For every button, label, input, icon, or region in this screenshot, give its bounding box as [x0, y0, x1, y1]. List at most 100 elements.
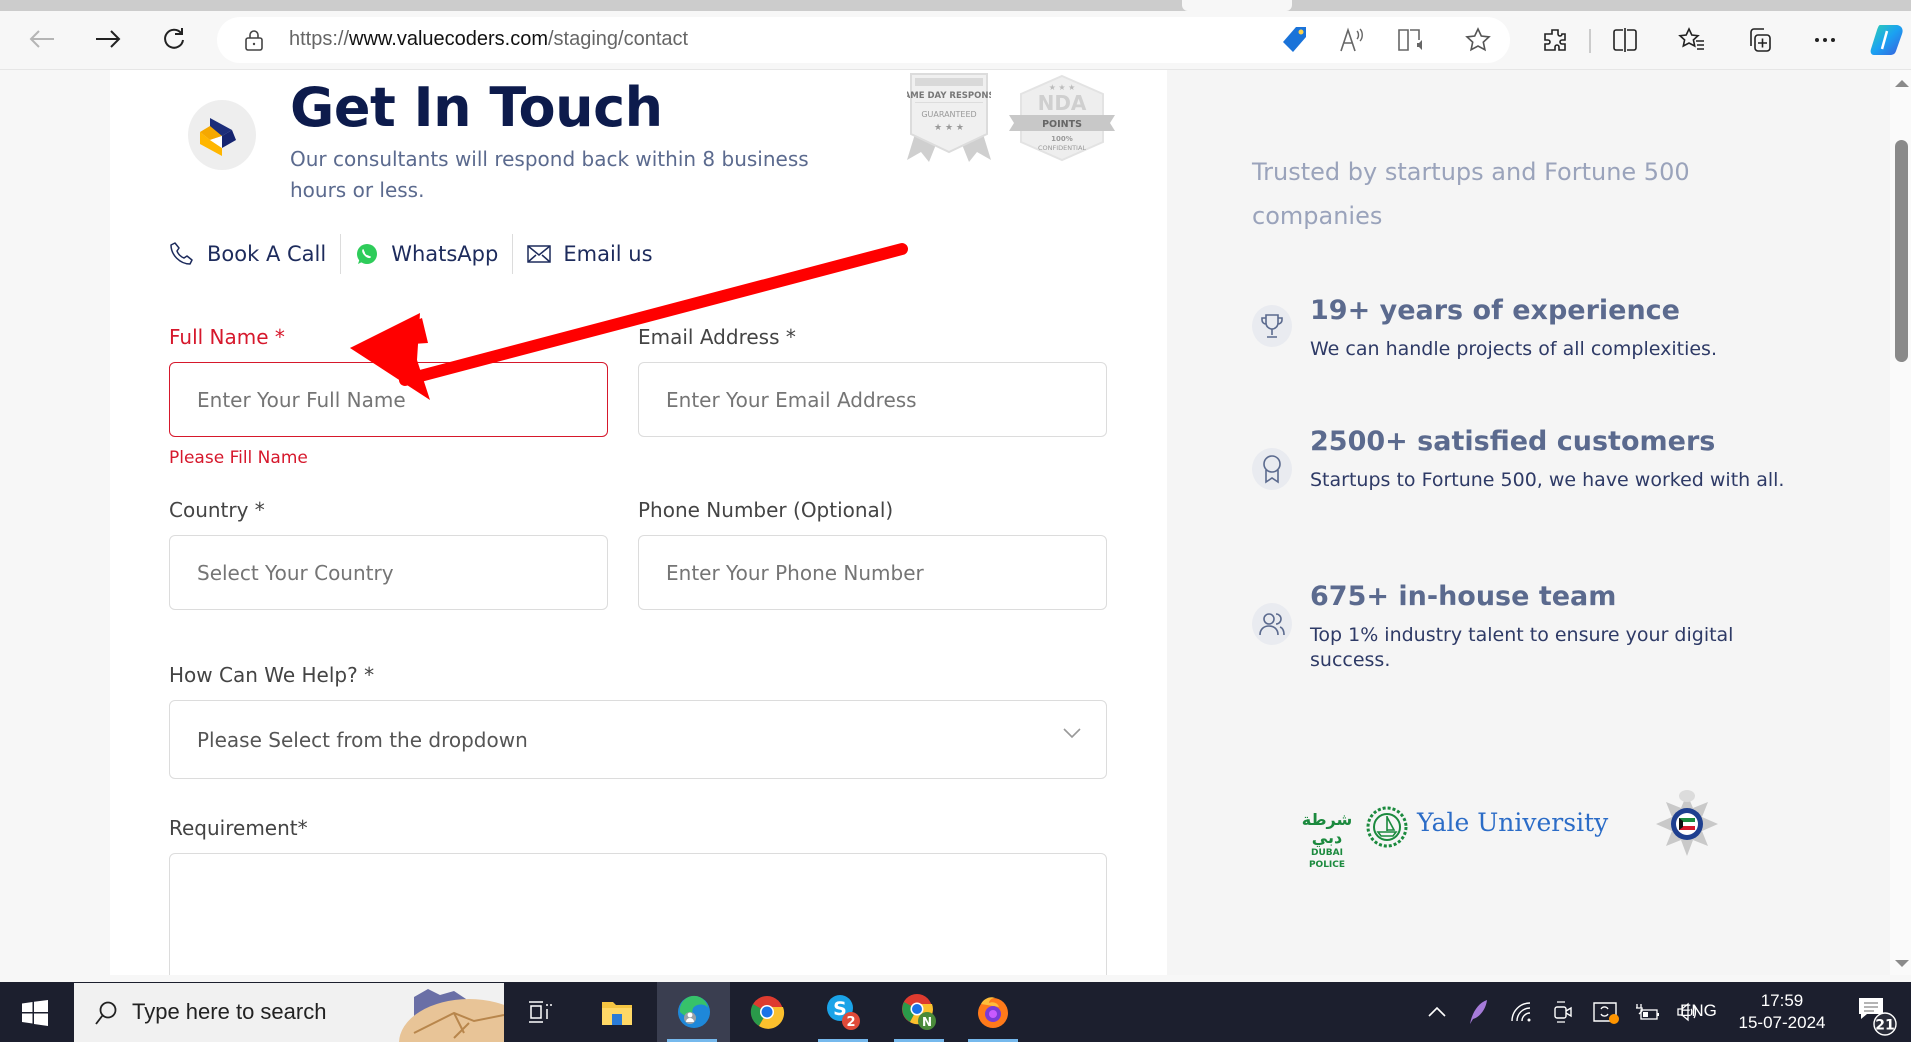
country-label: Country * [169, 498, 265, 522]
chrome-profile-button[interactable]: N [884, 982, 954, 1042]
scroll-down-arrow-icon[interactable] [1895, 960, 1909, 967]
company-logo [188, 100, 256, 170]
full-name-error: Please Fill Name [169, 448, 308, 468]
award-icon [1252, 448, 1292, 490]
page-title: Get In Touch [290, 76, 663, 139]
svg-text:SAME DAY RESPONSE: SAME DAY RESPONSE [907, 91, 991, 101]
page-subtitle: Our consultants will respond back within… [290, 147, 809, 202]
clock-time: 17:59 [1760, 991, 1804, 1010]
yale-logo: Yale University [1417, 808, 1609, 837]
back-arrow-icon [29, 30, 54, 48]
feature-desc: Startups to Fortune 500, we have worked … [1310, 469, 1785, 491]
feature-desc: We can handle projects of all complexiti… [1310, 338, 1717, 360]
show-hidden-icons-chevron-icon[interactable] [1428, 1006, 1446, 1018]
edge-icon [677, 995, 710, 1028]
client-logos: شرطة دبي DUBAI POLICE Yale University [1292, 781, 1732, 871]
refresh-icon [164, 28, 184, 49]
chrome-icon [750, 996, 785, 1029]
task-view-button[interactable] [505, 982, 575, 1042]
split-screen-icon[interactable] [1610, 25, 1640, 55]
requirement-textarea[interactable] [169, 853, 1107, 975]
more-menu-icon[interactable] [1810, 25, 1840, 55]
svg-text:★ ★ ★: ★ ★ ★ [934, 123, 964, 133]
svg-text:POINTS: POINTS [1042, 119, 1082, 130]
price-tag-icon[interactable] [1280, 25, 1310, 55]
read-aloud-icon[interactable] [1337, 25, 1367, 55]
email-us-link[interactable]: Email us [513, 234, 666, 274]
notification-icon: 21 [1859, 998, 1897, 1036]
tab-strip [0, 0, 1911, 11]
extensions-icon[interactable] [1540, 25, 1570, 55]
clock[interactable]: 17:59 15-07-2024 [1737, 990, 1827, 1034]
favorites-list-icon[interactable] [1677, 25, 1707, 55]
search-highlight-illustration [399, 989, 504, 1042]
help-dropdown[interactable]: Please Select from the dropdown [169, 700, 1107, 779]
skype-button[interactable]: S2 [808, 982, 878, 1042]
whatsapp-link[interactable]: WhatsApp [341, 234, 514, 274]
browser-toolbar: https://www.valuecoders.com/staging/cont… [0, 11, 1911, 69]
help-dropdown-value: Please Select from the dropdown [197, 727, 528, 752]
svg-text:N: N [922, 1015, 932, 1029]
feather-app-icon[interactable] [1468, 999, 1488, 1025]
svg-text:CONFIDENTIAL: CONFIDENTIAL [1038, 144, 1086, 152]
book-a-call-link[interactable]: Book A Call [169, 234, 342, 274]
windows-taskbar: Type here to search S2 N ENG 17:59 15-07… [0, 982, 1911, 1042]
svg-text:21: 21 [1875, 1018, 1894, 1034]
email-input[interactable] [638, 362, 1107, 437]
windows-start-icon[interactable] [22, 1000, 48, 1026]
nda-points-badge: ★ ★ ★ NDA POINTS 100% CONFIDENTIAL [1009, 74, 1115, 162]
chevron-down-icon [1063, 728, 1081, 739]
clock-date: 15-07-2024 [1738, 1013, 1826, 1032]
forward-button[interactable] [90, 21, 126, 57]
firefox-icon [978, 997, 1008, 1028]
address-bar[interactable]: https://www.valuecoders.com/staging/cont… [217, 17, 1510, 63]
trophy-icon [1252, 305, 1292, 347]
svg-text:100%: 100% [1051, 135, 1073, 143]
notification-center-button[interactable]: 21 [1855, 992, 1901, 1038]
phone-input[interactable] [638, 535, 1107, 610]
feature-title: 675+ in-house team [1310, 581, 1617, 612]
dubai-police-logo: شرطة دبي DUBAI POLICE [1301, 810, 1353, 871]
collections-icon[interactable] [1744, 25, 1774, 55]
refresh-button[interactable] [156, 21, 192, 57]
scroll-thumb[interactable] [1895, 140, 1908, 362]
lock-icon[interactable] [245, 29, 263, 51]
back-button[interactable] [24, 21, 60, 57]
country-input[interactable] [169, 535, 608, 610]
favorite-star-icon[interactable] [1463, 25, 1493, 55]
page-scrollbar[interactable] [1890, 70, 1911, 975]
battery-charging-icon[interactable] [1634, 1002, 1660, 1022]
copilot-icon[interactable] [1870, 21, 1906, 57]
language-indicator[interactable]: ENG [1680, 1001, 1717, 1021]
sync-update-icon[interactable] [1592, 999, 1620, 1025]
trust-panel: Trusted by startups and Fortune 500 comp… [1167, 70, 1890, 975]
email-label: Email Address * [638, 325, 796, 349]
chrome-button[interactable] [732, 982, 802, 1042]
valuecoders-logo-icon [200, 118, 236, 156]
active-tab[interactable] [1182, 0, 1292, 11]
edge-button[interactable] [657, 982, 730, 1042]
team-icon [1252, 603, 1292, 645]
full-name-label: Full Name * [169, 325, 285, 349]
mail-icon [527, 245, 552, 263]
file-explorer-button[interactable] [582, 982, 652, 1042]
taskbar-search[interactable]: Type here to search [74, 983, 504, 1042]
feature-desc: Top 1% industry talent to ensure your di… [1310, 624, 1734, 671]
page-viewport: Get In Touch Our consultants will respon… [0, 69, 1911, 975]
file-explorer-icon [602, 1002, 632, 1025]
svg-text:GUARANTEED: GUARANTEED [921, 110, 976, 119]
full-name-input[interactable] [169, 362, 608, 437]
book-a-call-label[interactable]: Book A Call [207, 242, 326, 266]
url-text[interactable]: https://www.valuecoders.com/staging/cont… [289, 28, 688, 51]
whatsapp-label[interactable]: WhatsApp [391, 242, 498, 266]
search-icon [95, 1001, 117, 1025]
scroll-up-arrow-icon[interactable] [1895, 80, 1909, 87]
whatsapp-icon [357, 244, 378, 264]
camera-icon[interactable] [1552, 1000, 1574, 1024]
feature-title: 2500+ satisfied customers [1310, 426, 1716, 457]
email-us-label[interactable]: Email us [563, 242, 652, 266]
immersive-reader-icon[interactable] [1397, 25, 1427, 55]
svg-text:NDA: NDA [1038, 91, 1087, 115]
firefox-button[interactable] [958, 982, 1028, 1042]
wifi-icon[interactable] [1510, 1001, 1534, 1023]
